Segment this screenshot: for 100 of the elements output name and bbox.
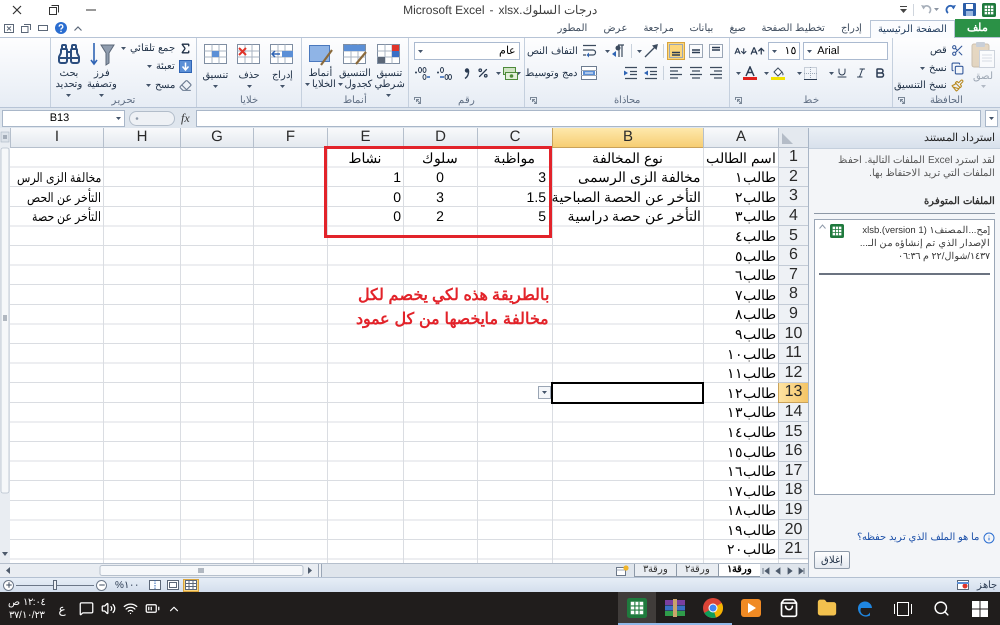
autosum-button[interactable]: جمع تلقائي [121,40,192,58]
decrease-indent-button[interactable] [642,64,660,82]
vertical-scrollbar[interactable] [0,128,10,563]
vertical-align-button[interactable] [687,42,705,60]
number-format-dropdown[interactable]: عام [414,42,520,60]
row-header[interactable]: 19 [778,500,808,520]
name-box[interactable]: B13 [2,110,125,126]
view-button[interactable] [146,578,163,592]
file-tab[interactable]: ملف [955,19,1000,37]
save-button[interactable] [963,3,976,16]
collapse-ribbon-icon[interactable] [74,26,82,30]
row-header[interactable]: 2 [778,168,808,188]
row-header[interactable]: 16 [778,442,808,462]
row-header[interactable]: 3 [778,187,808,207]
vertical-align-button[interactable] [667,42,685,60]
row-header[interactable]: 21 [778,540,808,560]
cell-styles-button[interactable]: أنماط الخلايا [304,40,338,94]
dialog-launcher-icon[interactable] [898,97,905,104]
customize-toolbar-button[interactable] [900,6,907,13]
column-header[interactable]: B [552,128,703,148]
sheet-tab[interactable]: ورقة٢ [676,564,718,577]
input-language[interactable]: ع [52,600,72,618]
dialog-launcher-icon[interactable] [530,97,537,104]
delete-cells-button[interactable]: حذف [234,40,264,94]
clear-button[interactable]: مسح [121,76,192,94]
increase-indent-button[interactable] [622,64,640,82]
merge-center-button[interactable]: دمج وتوسيط [516,64,597,82]
row-header[interactable]: 10 [778,324,808,344]
column-header[interactable]: I [10,128,103,148]
ribbon-tab[interactable]: مراجعة [635,20,682,37]
ribbon-tab[interactable]: بيانات [681,20,722,37]
row-header[interactable]: 8 [778,285,808,305]
minimize-workbook-icon[interactable] [38,25,48,31]
volume-icon[interactable] [100,601,116,616]
sheet-tab[interactable]: ورقة١ [718,564,760,577]
row-header[interactable]: 13 [778,383,808,403]
orientation-button[interactable] [635,42,660,60]
sheet-tab[interactable]: ورقة٣ [634,564,676,577]
row-header[interactable]: 4 [778,206,808,226]
row-header[interactable]: 20 [778,520,808,540]
options-dropdown-button[interactable] [538,386,551,400]
restore-workbook-icon[interactable] [21,24,31,32]
cut-button[interactable]: قص [894,42,964,59]
dialog-launcher-icon[interactable] [414,97,421,104]
battery-icon[interactable] [144,601,160,616]
row-header[interactable]: 5 [778,226,808,246]
increase-decimal-button[interactable] [435,64,454,82]
zoom-in-button[interactable] [3,580,14,590]
conditional-formatting-button[interactable]: تنسيق شرطي [372,40,406,94]
undo-button[interactable] [945,4,957,15]
ribbon-tab[interactable]: إدراج [833,20,870,37]
help-link[interactable]: ما هو الملف الذي تريد حفظه؟ [857,530,979,545]
row-header[interactable]: 12 [778,364,808,384]
horizontal-scrollbar[interactable] [0,564,318,577]
fill-button[interactable]: تعبئة [121,58,192,76]
collapse-icon[interactable] [819,224,826,229]
font-name-dropdown[interactable]: Arial [803,42,888,60]
zoom-slider[interactable] [16,580,94,590]
row-header[interactable]: 6 [778,246,808,266]
format-as-table-button[interactable]: التنسيق كجدول [337,40,373,94]
decrease-decimal-button[interactable] [413,64,432,82]
column-header[interactable]: D [403,128,477,148]
insert-function-button[interactable]: fx [179,109,192,127]
ribbon-tab[interactable]: عرض [595,20,636,37]
close-pane-button[interactable]: إغلاق [814,551,850,569]
copy-button[interactable]: نسخ [894,60,964,76]
file-item[interactable]: [مح...المصنف١ (version 1).xlsb الإصدار الذي تم إنشاؤه من الـ... ١٤٣٧/شوال/٢٢ م ٠٦:٣٦ [819,224,990,275]
column-header[interactable]: E [327,128,403,148]
ribbon-tab[interactable]: المطور [549,20,596,37]
row-header[interactable]: 9 [778,304,808,324]
font-size-dropdown[interactable]: ١٥ [768,42,800,60]
ribbon-tab[interactable]: تخطيط الصفحة [753,20,834,37]
redo-button[interactable] [920,4,939,15]
view-button[interactable] [182,578,199,592]
network-icon[interactable] [122,601,138,616]
notifications-icon[interactable] [78,601,94,616]
column-header[interactable]: H [103,128,180,148]
format-cells-button[interactable]: تنسيق [200,40,231,94]
row-header[interactable]: 17 [778,462,808,482]
column-header[interactable]: A [703,128,778,148]
column-header[interactable]: G [180,128,253,148]
row-header[interactable]: 15 [778,422,808,442]
sort-filter-button[interactable]: فرز وتصفية [87,40,118,94]
view-button[interactable] [164,578,181,592]
expand-formula-button[interactable] [985,110,998,126]
ribbon-tab[interactable]: صيغ [721,20,754,37]
accounting-format-button[interactable] [494,64,520,82]
font-color-button[interactable] [734,64,759,82]
row-header[interactable]: 18 [778,481,808,501]
dialog-launcher-icon[interactable] [735,97,742,104]
taskbar-button[interactable] [618,592,656,625]
macro-record-icon[interactable] [957,580,969,590]
row-header[interactable]: 11 [778,344,808,364]
zoom-out-button[interactable] [96,580,107,590]
row-header[interactable]: 14 [778,402,808,422]
find-select-button[interactable]: بحث وتحديد [55,40,84,94]
format-painter-button[interactable]: نسخ التنسيق [894,77,964,94]
column-header[interactable]: C [477,128,552,148]
formula-input[interactable] [196,110,981,126]
column-header[interactable]: F [253,128,327,148]
